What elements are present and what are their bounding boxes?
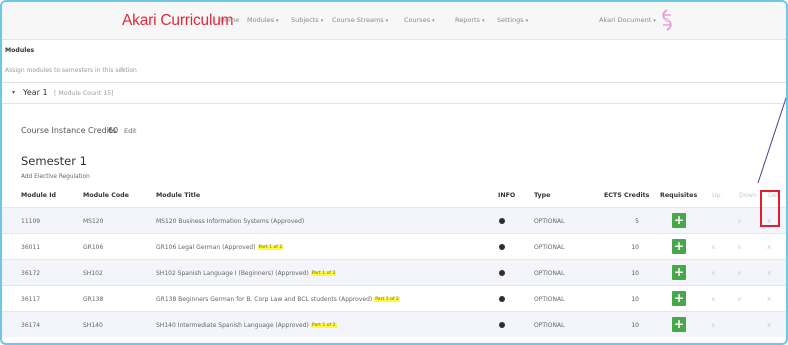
app-window: Akari Curriculum Home Modules ▾ Subjects ▾ Co…: [0, 0, 788, 345]
annotation-pointer-line: [757, 96, 786, 184]
